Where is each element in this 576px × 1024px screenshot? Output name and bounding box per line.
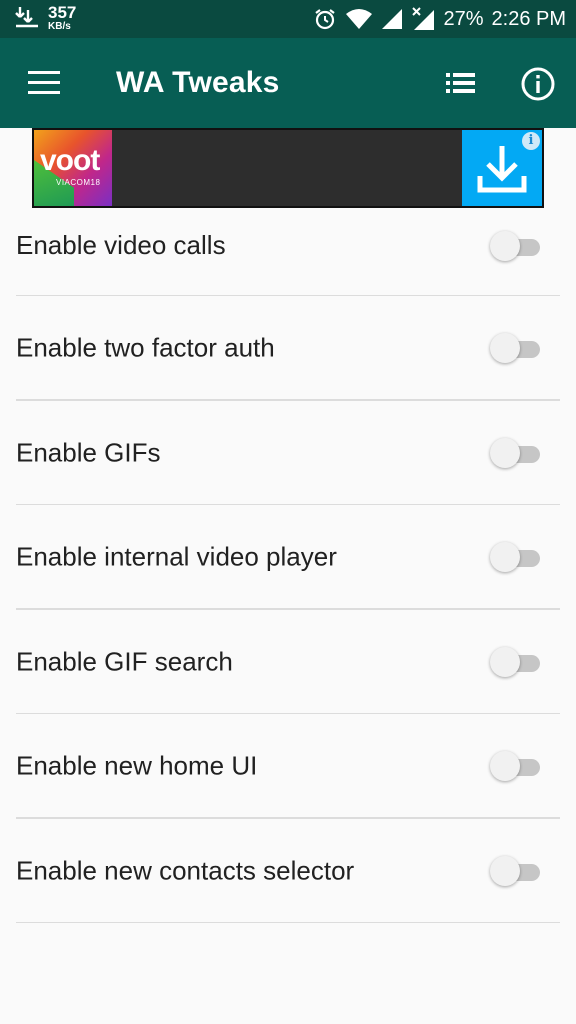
download-icon xyxy=(477,146,527,193)
status-left: 357 KB/s xyxy=(14,4,76,32)
divider xyxy=(16,921,560,923)
app-bar: WA Tweaks xyxy=(0,38,576,128)
battery-percent: 27% xyxy=(443,7,484,30)
setting-row[interactable]: Enable video calls xyxy=(0,208,576,296)
setting-toggle[interactable] xyxy=(490,644,542,680)
wifi-icon xyxy=(346,9,373,29)
signal-no-data-icon xyxy=(412,7,435,30)
setting-label: Enable new home UI xyxy=(16,750,258,781)
ad-banner[interactable]: voot VIACOM18 i xyxy=(32,128,544,208)
status-right: 27% 2:26 PM xyxy=(313,0,566,38)
list-icon[interactable] xyxy=(444,70,478,96)
download-notification-icon xyxy=(15,7,38,28)
settings-list: Enable video calls Enable two factor auth… xyxy=(0,208,576,923)
setting-label: Enable GIF search xyxy=(16,646,233,677)
toggle-thumb xyxy=(490,542,520,573)
setting-toggle[interactable] xyxy=(490,228,542,264)
setting-label: Enable internal video player xyxy=(16,541,337,572)
app-title: WA Tweaks xyxy=(116,66,280,99)
setting-label: Enable GIFs xyxy=(16,437,161,468)
toggle-thumb xyxy=(490,646,520,677)
ad-brand: voot xyxy=(40,144,100,177)
ad-info-icon[interactable]: i xyxy=(522,132,540,150)
ad-download-button[interactable]: i xyxy=(462,130,542,206)
info-icon[interactable] xyxy=(520,66,556,102)
toggle-thumb xyxy=(490,231,520,261)
signal-icon xyxy=(382,9,403,29)
setting-row[interactable]: Enable internal video player xyxy=(0,505,576,610)
setting-label: Enable new contacts selector xyxy=(16,855,355,886)
setting-label: Enable two factor auth xyxy=(16,332,275,363)
network-speed-value: 357 xyxy=(48,3,77,22)
setting-toggle[interactable] xyxy=(490,330,542,366)
network-speed: 357 KB/s xyxy=(48,4,76,32)
setting-row[interactable]: Enable new contacts selector xyxy=(0,819,576,923)
clock: 2:26 PM xyxy=(491,7,566,30)
network-speed-unit: KB/s xyxy=(48,21,71,32)
toggle-thumb xyxy=(490,855,520,886)
setting-row[interactable]: Enable GIFs xyxy=(0,401,576,505)
setting-row[interactable]: Enable GIF search xyxy=(0,610,576,714)
setting-label: Enable video calls xyxy=(16,230,226,260)
setting-toggle[interactable] xyxy=(490,853,542,889)
toggle-thumb xyxy=(490,333,520,364)
ad-sub: VIACOM18 xyxy=(56,178,101,187)
toggle-thumb xyxy=(490,751,520,782)
setting-toggle[interactable] xyxy=(490,539,542,575)
toggle-thumb xyxy=(490,437,520,468)
voot-logo: voot VIACOM18 xyxy=(34,130,112,206)
setting-toggle[interactable] xyxy=(490,748,542,784)
alarm-icon xyxy=(315,9,336,30)
status-bar: 357 KB/s 27% 2:26 PM xyxy=(0,0,576,38)
menu-icon[interactable] xyxy=(28,71,62,95)
setting-row[interactable]: Enable new home UI xyxy=(0,714,576,819)
setting-row[interactable]: Enable two factor auth xyxy=(0,296,576,401)
setting-toggle[interactable] xyxy=(490,435,542,471)
